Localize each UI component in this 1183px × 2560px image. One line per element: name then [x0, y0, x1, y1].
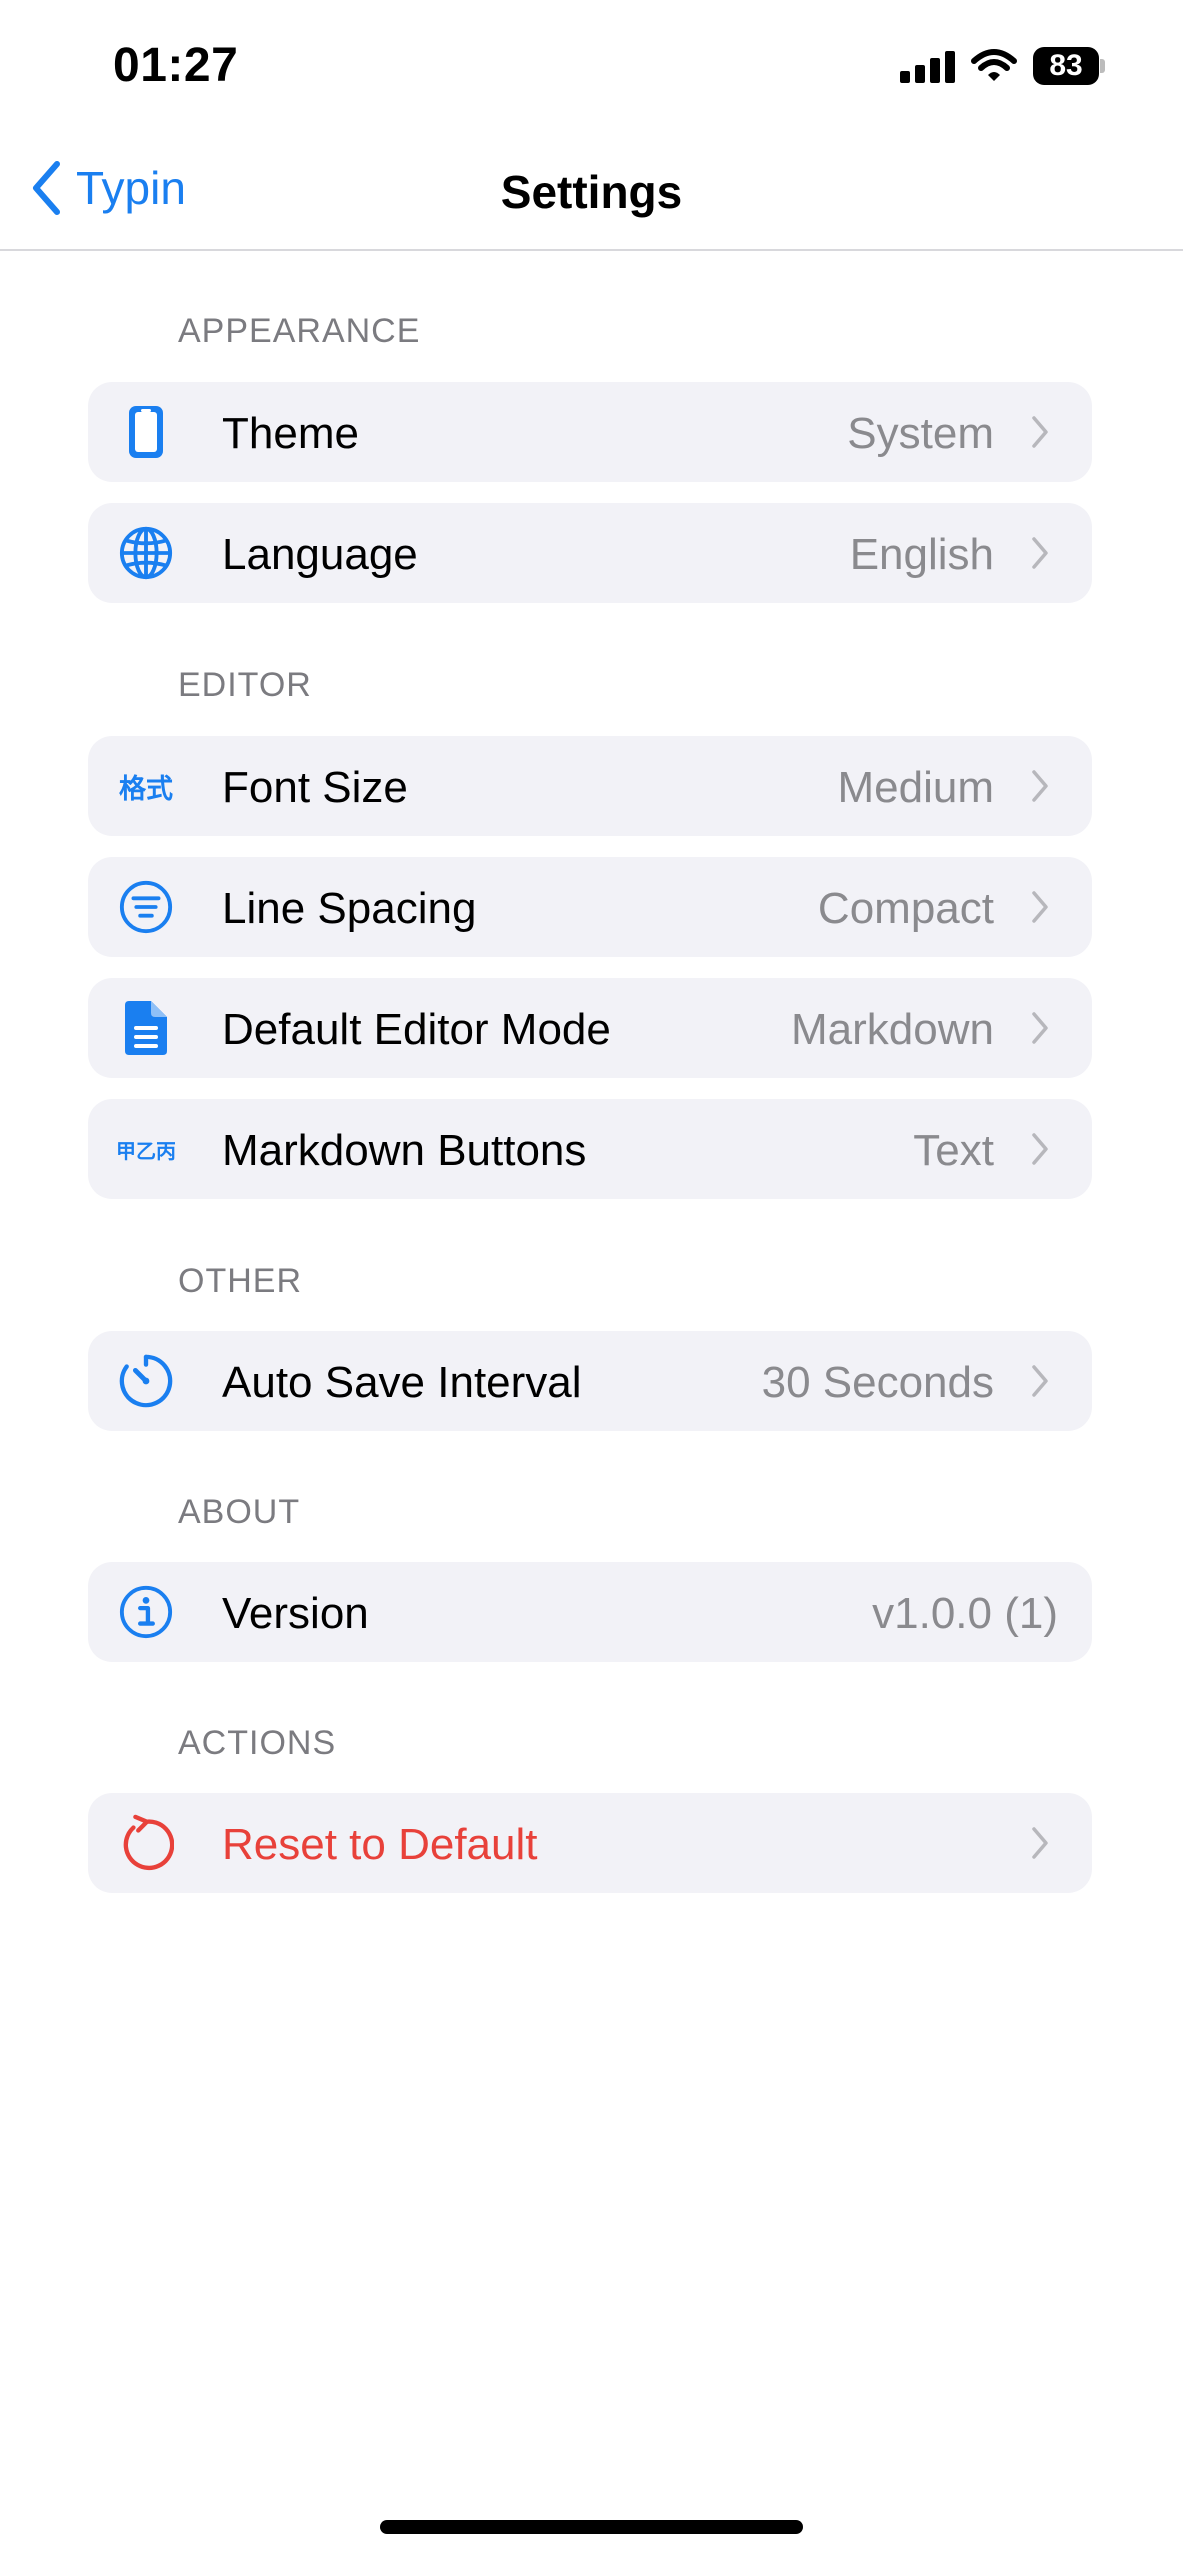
settings-row-font-size[interactable]: 格式 Font Size Medium	[88, 736, 1092, 836]
status-time: 01:27	[113, 39, 239, 92]
chevron-right-icon	[1032, 770, 1048, 802]
settings-row-default-editor-mode[interactable]: Default Editor Mode Markdown	[88, 978, 1092, 1078]
row-label: Language	[222, 530, 418, 579]
chevron-right-icon	[1032, 1365, 1048, 1397]
home-indicator[interactable]	[380, 2520, 803, 2534]
row-label: Theme	[222, 409, 359, 458]
chevron-right-icon	[1032, 891, 1048, 923]
settings-row-language[interactable]: Language English	[88, 503, 1092, 603]
chevron-right-icon	[1032, 1827, 1048, 1859]
settings-screen: 01:27 83 Typin Settings APPEARANCE Theme…	[0, 0, 1183, 2560]
line-spacing-icon	[118, 879, 174, 935]
row-label: Markdown Buttons	[222, 1126, 587, 1175]
document-icon	[118, 1000, 174, 1056]
row-value: 30 Seconds	[761, 1358, 994, 1407]
row-label: Reset to Default	[222, 1820, 538, 1869]
row-value: Compact	[817, 884, 994, 933]
chevron-right-icon	[1032, 416, 1048, 448]
wifi-icon	[971, 49, 1017, 83]
format-glyph-icon: 格式	[118, 758, 174, 814]
row-value: System	[847, 409, 994, 458]
row-value: Markdown	[791, 1005, 994, 1054]
settings-row-line-spacing[interactable]: Line Spacing Compact	[88, 857, 1092, 957]
section-header-about: ABOUT	[178, 1493, 301, 1531]
row-value: Medium	[837, 763, 995, 812]
settings-row-markdown-buttons[interactable]: 甲乙丙 Markdown Buttons Text	[88, 1099, 1092, 1199]
chevron-right-icon	[1032, 537, 1048, 569]
row-value: English	[849, 530, 994, 579]
row-label: Version	[222, 1589, 369, 1638]
reset-icon	[118, 1814, 174, 1871]
globe-icon	[118, 525, 174, 581]
cellular-signal-icon	[900, 49, 955, 83]
navigation-bar: Typin Settings	[0, 135, 1183, 251]
status-icons: 83	[900, 46, 1105, 86]
section-header-other: OTHER	[178, 1262, 302, 1300]
info-icon	[118, 1584, 174, 1640]
battery-level: 83	[1033, 47, 1099, 85]
markdown-glyph: 甲乙丙	[116, 1138, 176, 1163]
section-header-appearance: APPEARANCE	[178, 312, 421, 350]
phone-icon	[118, 404, 174, 460]
row-label: Font Size	[222, 763, 408, 812]
row-label: Line Spacing	[222, 884, 477, 933]
chevron-right-icon	[1032, 1133, 1048, 1165]
row-label: Auto Save Interval	[222, 1358, 582, 1407]
row-value: Text	[913, 1126, 994, 1175]
chevron-right-icon	[1032, 1012, 1048, 1044]
row-value: v1.0.0 (1)	[872, 1589, 1058, 1638]
status-bar: 01:27 83	[0, 0, 1183, 135]
settings-row-version: Version v1.0.0 (1)	[88, 1562, 1092, 1662]
settings-row-auto-save-interval[interactable]: Auto Save Interval 30 Seconds	[88, 1331, 1092, 1431]
timer-icon	[118, 1353, 174, 1409]
markdown-glyph-icon: 甲乙丙	[116, 1121, 176, 1177]
row-label: Default Editor Mode	[222, 1005, 611, 1054]
section-header-actions: ACTIONS	[178, 1724, 337, 1762]
battery-icon: 83	[1033, 47, 1105, 85]
format-glyph: 格式	[119, 773, 173, 805]
section-header-editor: EDITOR	[178, 666, 312, 704]
page-title: Settings	[500, 166, 683, 218]
settings-row-theme[interactable]: Theme System	[88, 382, 1092, 482]
settings-row-reset-to-default[interactable]: Reset to Default	[88, 1793, 1092, 1893]
